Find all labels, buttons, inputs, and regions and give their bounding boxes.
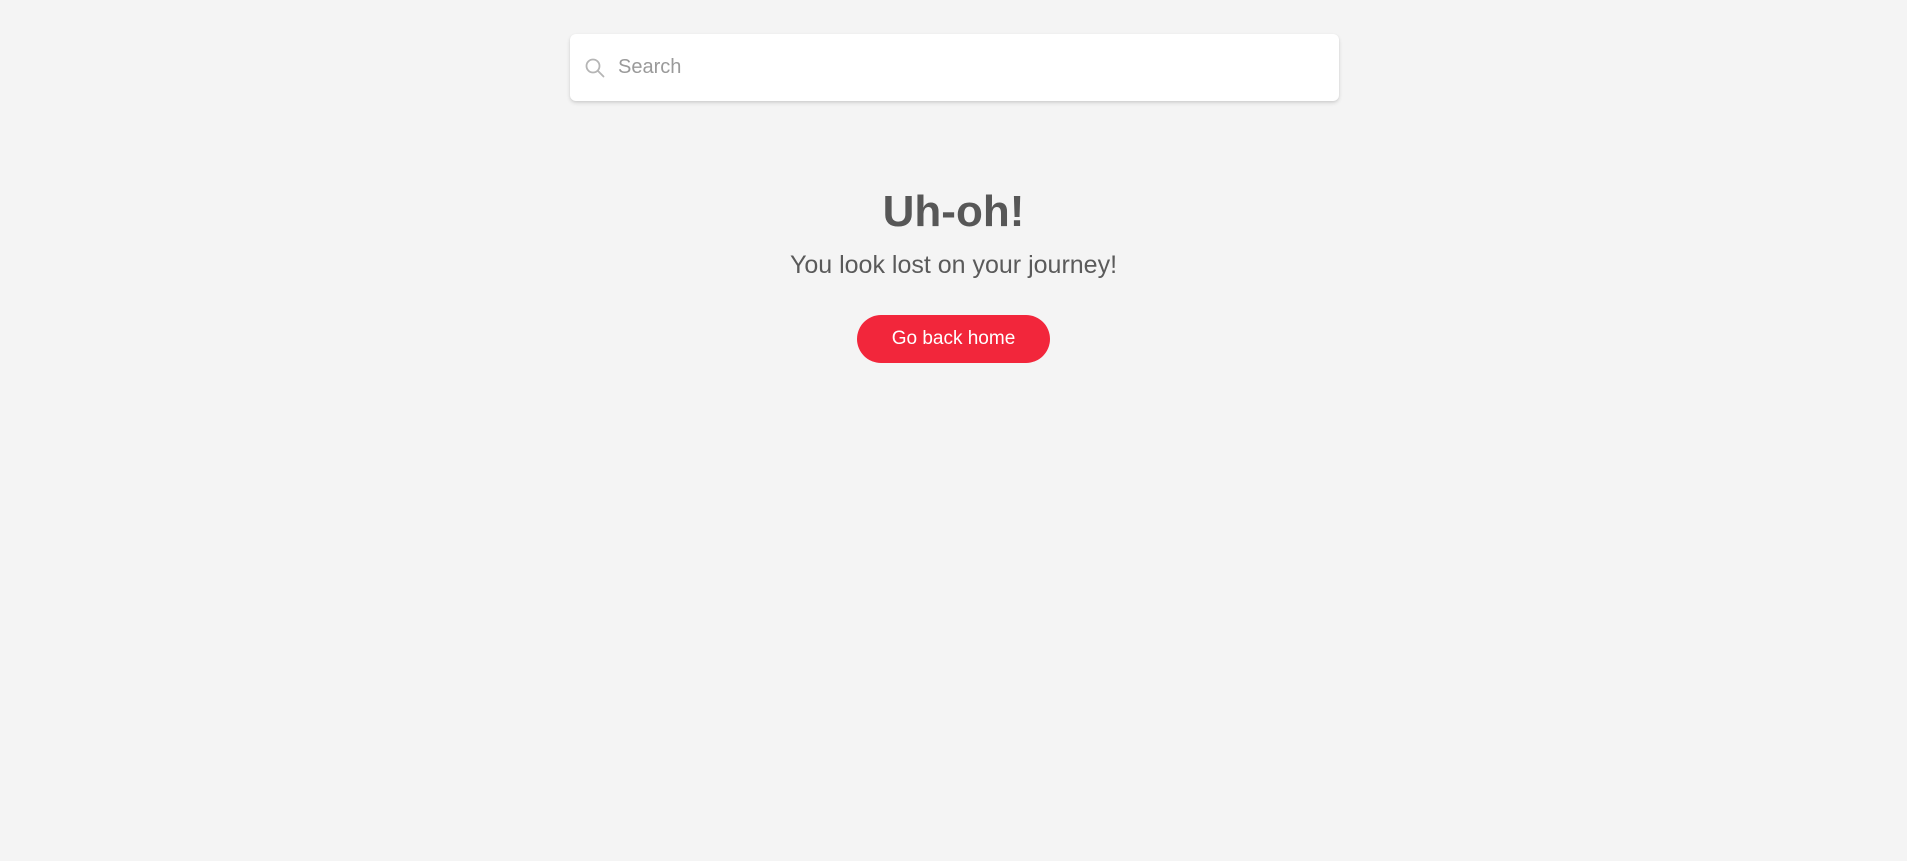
search-input[interactable] xyxy=(618,34,1318,101)
error-message: You look lost on your journey! xyxy=(789,251,1118,279)
error-content: Uh-oh! You look lost on your journey! Go… xyxy=(0,183,1907,363)
page: Uh-oh! You look lost on your journey! Go… xyxy=(0,0,1907,861)
go-back-home-button[interactable]: Go back home xyxy=(857,315,1050,363)
error-title: Uh-oh! xyxy=(882,187,1025,236)
search-icon xyxy=(585,58,605,78)
search-bar[interactable] xyxy=(570,34,1339,101)
